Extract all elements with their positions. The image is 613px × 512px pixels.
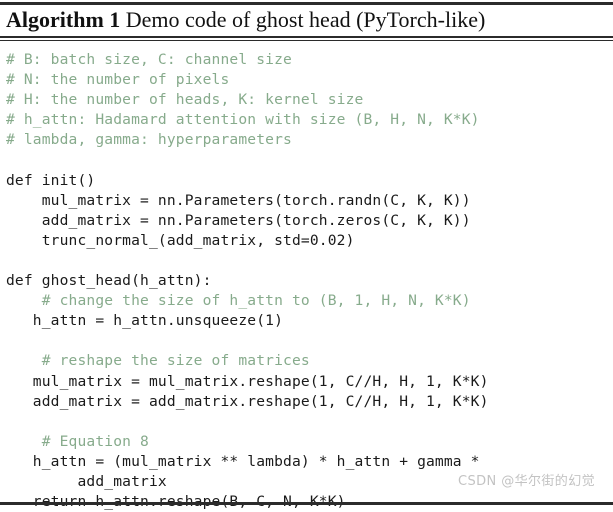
code-line: mul_matrix = nn.Parameters(torch.randn(C… (6, 191, 471, 209)
code-line: def init() (6, 171, 96, 189)
algorithm-caption: Demo code of ghost head (PyTorch-like) (125, 7, 486, 32)
code-comment-line: # H: the number of heads, K: kernel size (6, 91, 364, 109)
code-comment-line: # N: the number of pixels (6, 71, 230, 89)
algorithm-header-rule-outer (0, 36, 613, 38)
code-line: add_matrix = add_matrix.reshape(1, C//H,… (6, 392, 489, 410)
code-comment-line: # lambda, gamma: hyperparameters (6, 131, 292, 149)
algorithm-block: Algorithm 1 Demo code of ghost head (PyT… (0, 2, 613, 511)
algorithm-header: Algorithm 1 Demo code of ghost head (PyT… (0, 5, 613, 36)
code-line: h_attn = h_attn.unsqueeze(1) (6, 312, 284, 330)
code-comment-line: # Equation 8 (6, 432, 149, 450)
algorithm-label: Algorithm 1 (6, 7, 121, 32)
code-comment-line: # change the size of h_attn to (B, 1, H,… (6, 292, 471, 310)
code-line: mul_matrix = mul_matrix.reshape(1, C//H,… (6, 372, 489, 390)
code-comment-line: # B: batch size, C: channel size (6, 51, 292, 68)
code-line: trunc_normal_(add_matrix, std=0.02) (6, 231, 355, 249)
code-line: add_matrix = nn.Parameters(torch.zeros(C… (6, 211, 471, 229)
code-line: def ghost_head(h_attn): (6, 272, 212, 290)
algorithm-bottom-rule (0, 502, 613, 505)
csdn-watermark: CSDN @华尔街的幻觉 (458, 474, 595, 489)
code-comment-line: # h_attn: Hadamard attention with size (… (6, 111, 480, 129)
algorithm-code-listing: # B: batch size, C: channel size # N: the… (0, 41, 613, 512)
code-line: h_attn = (mul_matrix ** lambda) * h_attn… (6, 452, 480, 470)
code-comment-line: # reshape the size of matrices (6, 352, 310, 370)
